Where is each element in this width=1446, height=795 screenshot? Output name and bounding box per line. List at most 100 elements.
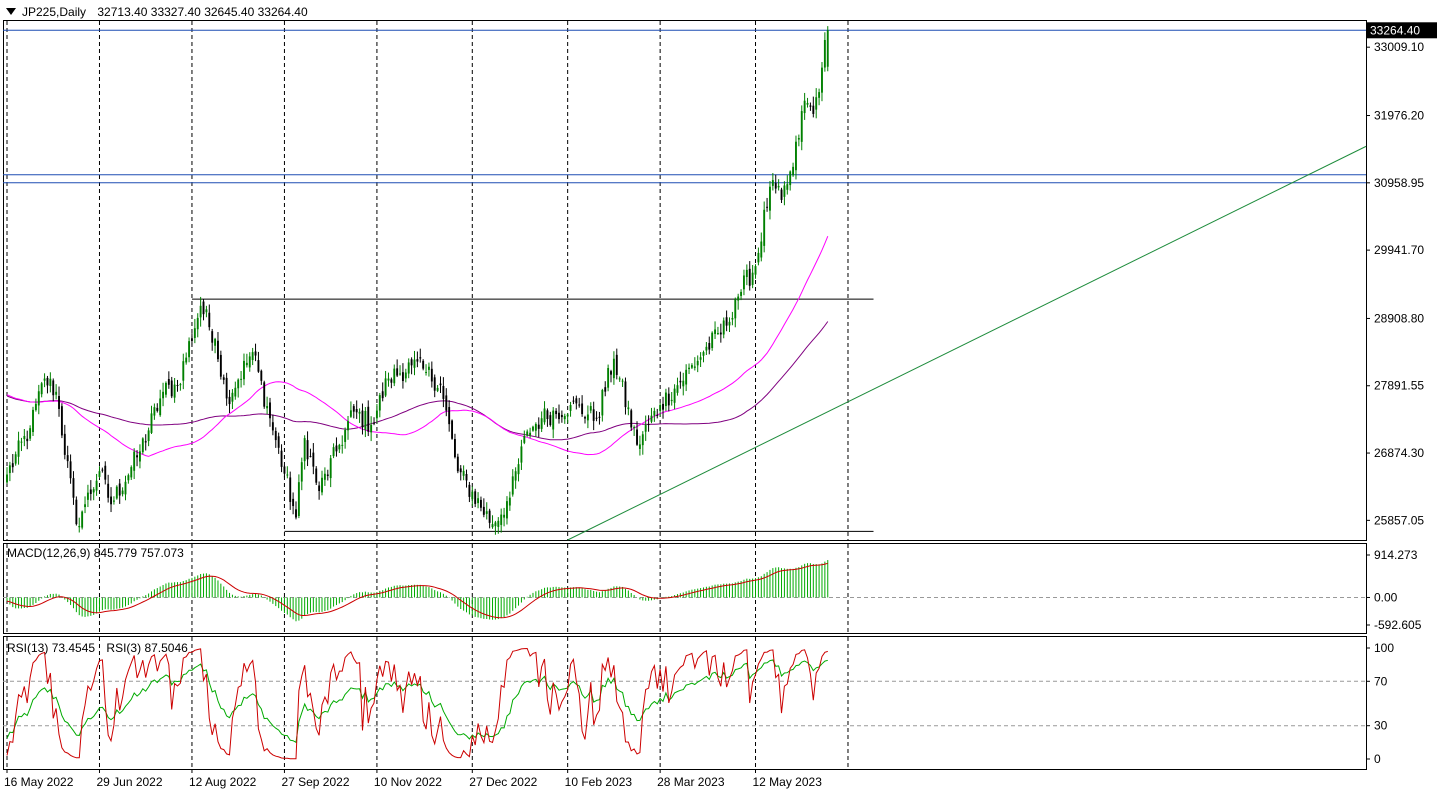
- candle-body[interactable]: [277, 436, 280, 448]
- candle-body[interactable]: [153, 407, 156, 416]
- candle-body[interactable]: [595, 417, 598, 419]
- candle-body[interactable]: [526, 431, 529, 436]
- candle-body[interactable]: [416, 359, 419, 362]
- candle-body[interactable]: [130, 467, 133, 478]
- candle-body[interactable]: [375, 410, 378, 419]
- candle-body[interactable]: [627, 407, 630, 410]
- candle-body[interactable]: [598, 416, 601, 418]
- candle-body[interactable]: [433, 377, 436, 391]
- candle-body[interactable]: [17, 440, 20, 457]
- trendline[interactable]: [567, 145, 1367, 541]
- candle-body[interactable]: [751, 272, 754, 285]
- candle-body[interactable]: [494, 522, 497, 527]
- candle-body[interactable]: [208, 312, 211, 328]
- candle-body[interactable]: [474, 491, 477, 504]
- candle-body[interactable]: [43, 378, 46, 381]
- candle-body[interactable]: [670, 399, 673, 402]
- candle-body[interactable]: [347, 421, 349, 431]
- candle-body[interactable]: [537, 424, 540, 429]
- candle-body[interactable]: [133, 451, 136, 471]
- candle-body[interactable]: [575, 398, 578, 404]
- candle-body[interactable]: [167, 379, 170, 385]
- candle-body[interactable]: [335, 445, 338, 452]
- candle-body[interactable]: [664, 392, 667, 407]
- candle-body[interactable]: [471, 491, 474, 500]
- price-panel[interactable]: [3, 26, 1367, 541]
- candle-body[interactable]: [763, 209, 766, 246]
- candle-body[interactable]: [442, 385, 445, 399]
- candle-body[interactable]: [138, 451, 141, 462]
- candle-body[interactable]: [621, 380, 624, 382]
- candle-body[interactable]: [563, 415, 566, 420]
- candle-body[interactable]: [783, 185, 786, 197]
- dropdown-triangle-icon[interactable]: [6, 8, 16, 15]
- candle-body[interactable]: [578, 404, 581, 406]
- candle-body[interactable]: [653, 410, 656, 416]
- candle-body[interactable]: [329, 458, 332, 479]
- candle-body[interactable]: [323, 473, 326, 480]
- candle-body[interactable]: [75, 499, 78, 525]
- candle-body[interactable]: [401, 372, 404, 382]
- candle-body[interactable]: [532, 426, 534, 431]
- candle-body[interactable]: [624, 381, 627, 408]
- candle-body[interactable]: [410, 359, 413, 366]
- candle-body[interactable]: [260, 370, 263, 381]
- candle-body[interactable]: [23, 435, 26, 440]
- candle-body[interactable]: [124, 481, 127, 495]
- candle-body[interactable]: [49, 378, 52, 387]
- candle-body[interactable]: [326, 474, 329, 476]
- candle-body[interactable]: [95, 480, 98, 491]
- candle-body[interactable]: [558, 412, 560, 420]
- candle-body[interactable]: [667, 393, 670, 406]
- candle-body[interactable]: [586, 414, 589, 421]
- candle-body[interactable]: [240, 378, 243, 380]
- candle-body[interactable]: [332, 447, 335, 457]
- candle-body[interactable]: [679, 380, 682, 383]
- candle-body[interactable]: [419, 357, 422, 359]
- candle-body[interactable]: [280, 450, 283, 467]
- candle-body[interactable]: [456, 456, 459, 472]
- candle-body[interactable]: [156, 407, 159, 411]
- candle-body[interactable]: [251, 352, 254, 361]
- candle-body[interactable]: [321, 477, 323, 493]
- candle-body[interactable]: [826, 30, 829, 67]
- candle-body[interactable]: [69, 461, 72, 479]
- candle-body[interactable]: [358, 411, 361, 414]
- candle-body[interactable]: [32, 409, 34, 433]
- candle-body[interactable]: [121, 490, 124, 495]
- candle-body[interactable]: [555, 410, 558, 415]
- candle-body[interactable]: [448, 407, 451, 425]
- candle-body[interactable]: [196, 317, 199, 330]
- candle-body[interactable]: [52, 380, 55, 396]
- candle-body[interactable]: [766, 206, 769, 208]
- candle-body[interactable]: [451, 420, 454, 439]
- candle-body[interactable]: [393, 368, 396, 384]
- candle-body[interactable]: [72, 478, 75, 498]
- candle-body[interactable]: [107, 483, 110, 498]
- candle-body[interactable]: [136, 455, 138, 458]
- candle-body[interactable]: [676, 385, 679, 393]
- candle-body[interactable]: [396, 368, 399, 376]
- candle-body[interactable]: [29, 428, 32, 439]
- candle-body[interactable]: [592, 409, 595, 421]
- candle-body[interactable]: [20, 441, 23, 443]
- candle-body[interactable]: [734, 299, 737, 319]
- candle-body[interactable]: [719, 332, 722, 335]
- candle-body[interactable]: [745, 269, 748, 278]
- candle-body[interactable]: [500, 514, 503, 525]
- candle-body[interactable]: [465, 474, 468, 481]
- candle-body[interactable]: [162, 391, 165, 399]
- candle-body[interactable]: [289, 477, 292, 502]
- candle-body[interactable]: [303, 438, 306, 462]
- macd-panel[interactable]: [3, 560, 1366, 622]
- candle-body[interactable]: [690, 365, 693, 368]
- candle-body[interactable]: [300, 462, 303, 482]
- candle-body[interactable]: [696, 360, 699, 366]
- candle-body[interactable]: [485, 511, 488, 514]
- candle-body[interactable]: [370, 424, 373, 433]
- candle-body[interactable]: [462, 470, 465, 476]
- candle-body[interactable]: [445, 395, 448, 411]
- candle-body[interactable]: [292, 498, 295, 507]
- candle-body[interactable]: [685, 369, 688, 385]
- candle-body[interactable]: [295, 509, 297, 518]
